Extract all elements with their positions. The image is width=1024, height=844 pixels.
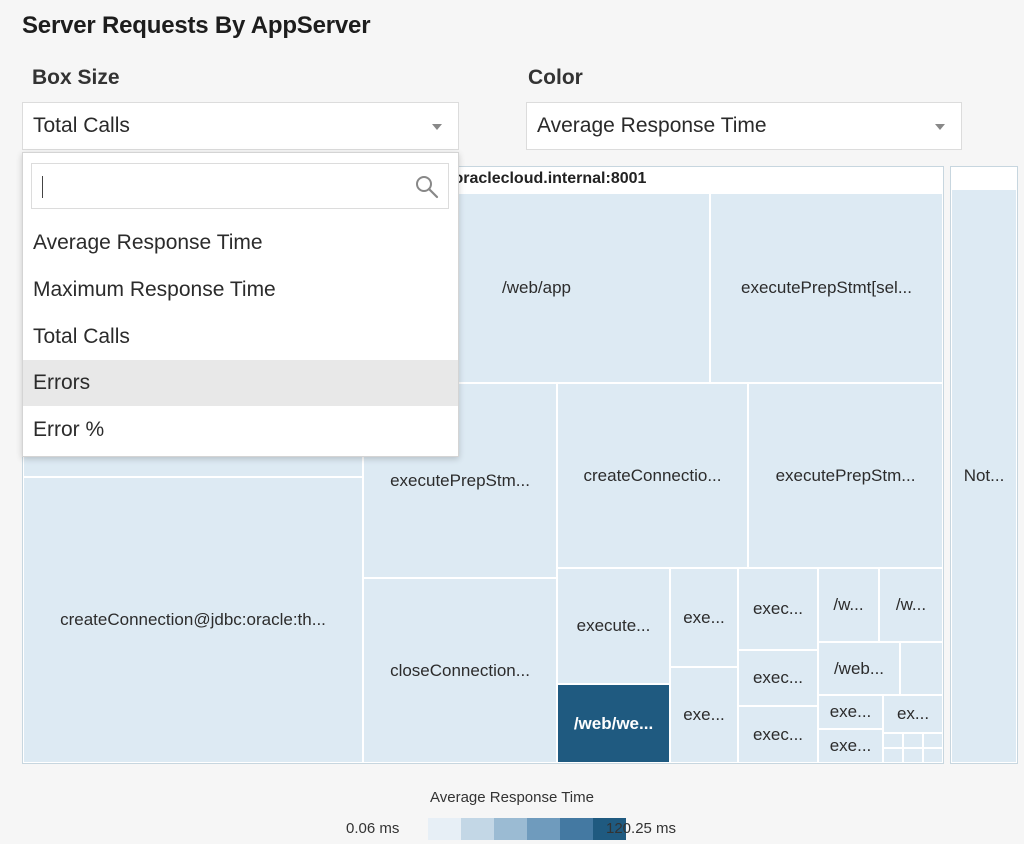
dropdown-search-input[interactable] — [31, 163, 449, 209]
chevron-down-icon — [935, 124, 945, 130]
legend-swatch — [494, 818, 527, 840]
panel-title: Server Requests By AppServer — [22, 12, 371, 39]
treemap-panel: Server Requests By AppServer Box Size To… — [0, 0, 1024, 844]
dropdown-option-hovered[interactable]: Errors — [23, 360, 458, 406]
treemap-cell[interactable]: /w... — [818, 568, 879, 642]
treemap-cell[interactable] — [923, 748, 943, 763]
treemap-group-secondary: Not... — [950, 166, 1018, 764]
treemap-cell[interactable]: exec... — [738, 650, 818, 706]
treemap-cell[interactable]: Not... — [951, 189, 1017, 763]
treemap-cell[interactable]: executePrepStmt[sel... — [710, 193, 943, 383]
treemap-cell[interactable]: exe... — [818, 729, 883, 763]
legend-min: 0.06 ms — [346, 820, 400, 837]
treemap-cell[interactable] — [883, 733, 903, 748]
color-select[interactable]: Average Response Time — [526, 102, 962, 150]
treemap-cell[interactable]: exe... — [818, 695, 883, 729]
dropdown-option[interactable]: Average Response Time — [23, 220, 458, 266]
text-cursor — [42, 176, 43, 198]
dropdown-option[interactable]: Error % — [23, 407, 458, 453]
treemap-cell[interactable] — [903, 733, 923, 748]
treemap-cell[interactable]: executePrepStm... — [748, 383, 943, 568]
legend-max: 120.25 ms — [606, 820, 677, 837]
box-size-value: Total Calls — [33, 114, 130, 137]
legend-swatch — [527, 818, 560, 840]
dropdown-option[interactable]: Maximum Response Time — [23, 267, 458, 313]
chevron-down-icon — [432, 124, 442, 130]
treemap-cell[interactable] — [900, 642, 943, 695]
treemap-cell[interactable]: closeConnection... — [363, 578, 557, 763]
treemap-group-header — [951, 167, 1017, 189]
treemap-cell[interactable]: ex... — [883, 695, 943, 733]
legend-color-scale — [428, 818, 626, 840]
box-size-label: Box Size — [32, 66, 120, 89]
treemap-cell-highlight[interactable]: /web/we... — [557, 684, 670, 763]
treemap-cell[interactable]: execute... — [557, 568, 670, 684]
legend-title: Average Response Time — [430, 789, 594, 806]
color-label: Color — [528, 66, 583, 89]
treemap-cell[interactable]: createConnection@jdbc:oracle:th... — [23, 477, 363, 763]
treemap-cell[interactable] — [883, 748, 903, 763]
search-icon — [416, 176, 439, 199]
dropdown-option[interactable]: Total Calls — [23, 314, 458, 360]
treemap-cell[interactable] — [923, 733, 943, 748]
legend-swatch — [560, 818, 593, 840]
treemap-cell[interactable]: exec... — [738, 568, 818, 650]
legend-swatch — [461, 818, 494, 840]
treemap-cell[interactable]: exec... — [738, 706, 818, 763]
color-value: Average Response Time — [537, 114, 767, 137]
treemap-cell[interactable] — [903, 748, 923, 763]
treemap-cell[interactable]: /w... — [879, 568, 943, 642]
box-size-dropdown: Average Response Time Maximum Response T… — [22, 152, 459, 457]
box-size-select[interactable]: Total Calls — [22, 102, 459, 150]
treemap-cell[interactable]: exe... — [670, 568, 738, 667]
treemap-cell[interactable]: exe... — [670, 667, 738, 763]
treemap-cell[interactable]: createConnectio... — [557, 383, 748, 568]
legend-swatch — [428, 818, 461, 840]
treemap-cell[interactable]: /web... — [818, 642, 900, 695]
